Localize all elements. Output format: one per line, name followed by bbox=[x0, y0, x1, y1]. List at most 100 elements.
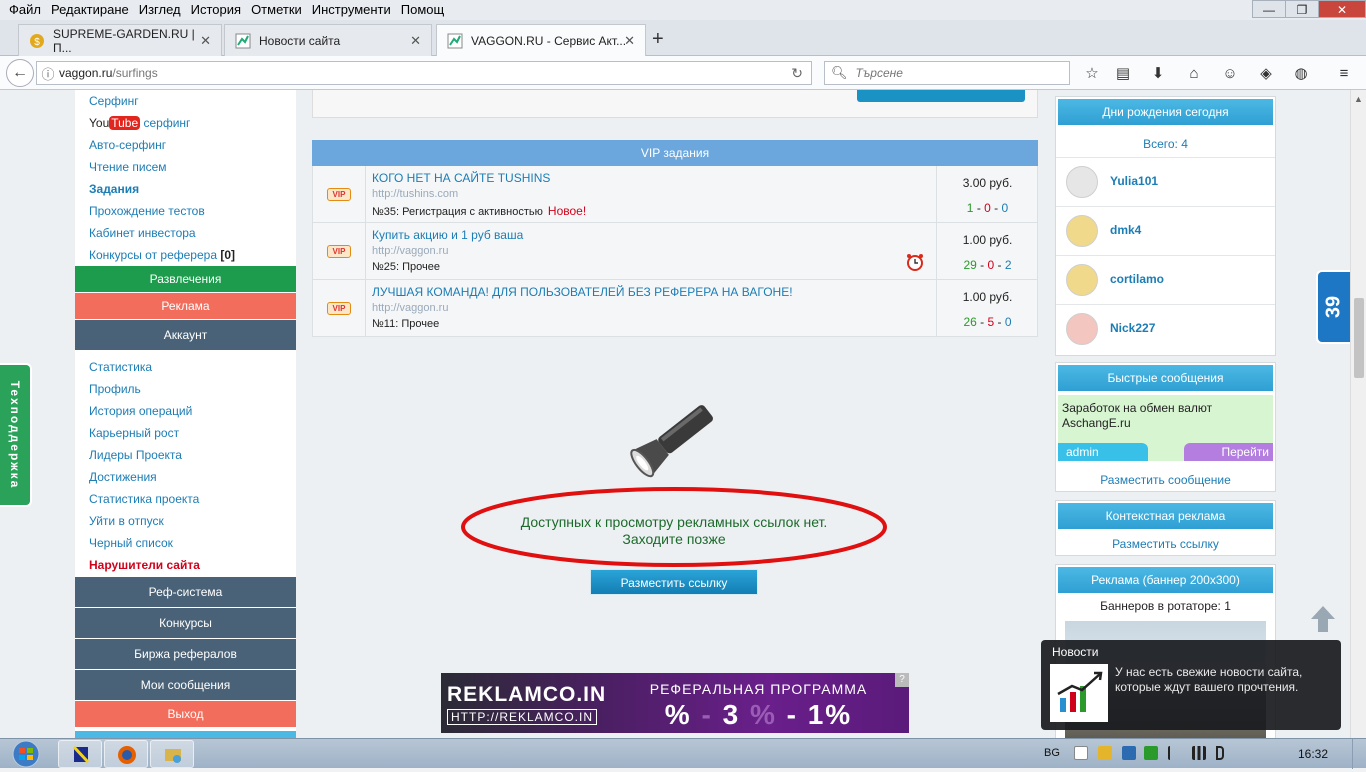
link-read-mail[interactable]: Чтение писем bbox=[89, 160, 167, 174]
url-bar[interactable]: ⓘ vaggon.ru/surfings ↻ bbox=[36, 61, 812, 85]
news-notification[interactable]: Новости У нас есть свежие новости сайта,… bbox=[1041, 640, 1341, 730]
home-icon[interactable]: ⌂ bbox=[1184, 64, 1204, 84]
link-tests[interactable]: Прохождение тестов bbox=[89, 204, 205, 218]
page-scrollbar[interactable]: ▲ bbox=[1350, 90, 1366, 738]
support-tab[interactable]: Техподдержка bbox=[0, 363, 32, 507]
vip-task-title[interactable]: ЛУЧШАЯ КОМАНДА! ДЛЯ ПОЛЬЗОВАТЕЛЕЙ БЕЗ РЕ… bbox=[372, 285, 793, 299]
scroll-up-icon[interactable]: ▲ bbox=[1354, 94, 1363, 104]
maximize-button[interactable]: ❐ bbox=[1285, 0, 1319, 18]
user-nick[interactable]: dmk4 bbox=[1110, 223, 1141, 237]
go-button[interactable]: Перейти bbox=[1184, 443, 1273, 461]
place-link-button[interactable]: Разместить ссылку bbox=[590, 569, 758, 595]
menu-file[interactable]: Файл bbox=[4, 0, 46, 20]
search-input[interactable] bbox=[853, 65, 1054, 81]
menu-bookmarks[interactable]: Отметки bbox=[246, 0, 307, 20]
close-window-button[interactable]: ✕ bbox=[1318, 0, 1366, 18]
vip-task-title[interactable]: КОГО НЕТ НА САЙТЕ TUSHINS bbox=[372, 171, 550, 185]
menu-view[interactable]: Изглед bbox=[134, 0, 186, 20]
link-surfing[interactable]: Серфинг bbox=[89, 94, 139, 108]
post-message-link[interactable]: Разместить сообщение bbox=[1056, 473, 1275, 487]
menu-edit[interactable]: Редактиране bbox=[46, 0, 134, 20]
link-leaders[interactable]: Лидеры Проекта bbox=[89, 448, 182, 462]
volume-icon[interactable] bbox=[1216, 746, 1224, 760]
tray-app-icon[interactable] bbox=[1074, 746, 1088, 760]
hamburger-menu-icon[interactable]: ≡ bbox=[1334, 64, 1354, 84]
link-referrer-contests[interactable]: Конкурсы от реферера [0] bbox=[89, 248, 235, 262]
link-operations-history[interactable]: История операций bbox=[89, 404, 192, 418]
section-logout[interactable]: Выход bbox=[75, 701, 296, 727]
reklamco-banner[interactable]: REKLAMCO.IN HTTP://REKLAMCO.IN РЕФЕРАЛЬН… bbox=[441, 673, 909, 733]
close-tab-icon[interactable]: ✕ bbox=[624, 33, 635, 49]
menu-tools[interactable]: Инструменти bbox=[307, 0, 396, 20]
minimize-button[interactable]: — bbox=[1252, 0, 1286, 18]
taskbar-app-flag[interactable] bbox=[58, 740, 102, 768]
birthday-user[interactable]: Nick227 bbox=[1056, 304, 1275, 352]
section-contests[interactable]: Конкурсы bbox=[75, 608, 296, 638]
vip-row[interactable]: VIP КОГО НЕТ НА САЙТЕ TUSHINS http://tus… bbox=[312, 166, 1038, 223]
section-my-messages[interactable]: Мои сообщения bbox=[75, 670, 296, 700]
link-statistics[interactable]: Статистика bbox=[89, 360, 152, 374]
section-entertainment[interactable]: Развлечения bbox=[75, 266, 296, 292]
link-project-stats[interactable]: Статистика проекта bbox=[89, 492, 199, 506]
reading-list-icon[interactable]: ▤ bbox=[1113, 64, 1133, 84]
tray-flag-icon[interactable] bbox=[1168, 746, 1182, 760]
link-tasks[interactable]: Задания bbox=[89, 182, 139, 196]
taskbar-app-explorer[interactable] bbox=[150, 740, 194, 768]
close-tab-icon[interactable]: ✕ bbox=[200, 33, 211, 49]
chat-icon[interactable]: ☺ bbox=[1220, 64, 1240, 84]
online-counter[interactable]: 39 bbox=[1316, 270, 1350, 344]
back-button[interactable]: ← bbox=[6, 59, 34, 87]
taskbar-app-firefox[interactable] bbox=[104, 740, 148, 768]
menu-history[interactable]: История bbox=[186, 0, 246, 20]
search-box[interactable]: 🔍︎ bbox=[824, 61, 1070, 85]
link-profile[interactable]: Профиль bbox=[89, 382, 141, 396]
user-nick[interactable]: Nick227 bbox=[1110, 321, 1155, 335]
reload-icon[interactable]: ↻ bbox=[791, 65, 803, 82]
vip-row[interactable]: VIP Купить акцию и 1 руб ваша http://vag… bbox=[312, 223, 1038, 280]
menu-help[interactable]: Помощ bbox=[396, 0, 449, 20]
vip-row[interactable]: VIP ЛУЧШАЯ КОМАНДА! ДЛЯ ПОЛЬЗОВАТЕЛЕЙ БЕ… bbox=[312, 280, 1038, 337]
link-career[interactable]: Карьерный рост bbox=[89, 426, 179, 440]
language-indicator[interactable]: BG bbox=[1044, 747, 1060, 759]
user-nick[interactable]: Yulia101 bbox=[1110, 174, 1158, 188]
birthday-user[interactable]: Yulia101 bbox=[1056, 157, 1275, 205]
windows-start-icon[interactable] bbox=[6, 739, 46, 769]
link-achievements[interactable]: Достижения bbox=[89, 470, 157, 484]
scroll-up-arrow-icon[interactable] bbox=[1310, 605, 1336, 633]
link-auto-surfing[interactable]: Авто-серфинг bbox=[89, 138, 166, 152]
tab-site-news[interactable]: Новости сайта ✕ bbox=[224, 24, 432, 56]
tray-app-icon[interactable] bbox=[1122, 746, 1136, 760]
globe-icon[interactable]: ◍ bbox=[1291, 64, 1311, 84]
section-ref-system[interactable]: Реф-система bbox=[75, 577, 296, 607]
tab-vaggon[interactable]: VAGGON.RU - Сервис Акт... ✕ bbox=[436, 24, 646, 57]
link-investor[interactable]: Кабинет инвестора bbox=[89, 226, 196, 240]
banner-info-icon[interactable]: ? bbox=[895, 673, 909, 687]
user-nick[interactable]: cortilamo bbox=[1110, 272, 1164, 286]
pocket-icon[interactable]: ◈ bbox=[1256, 64, 1276, 84]
context-ads-link[interactable]: Разместить ссылку bbox=[1056, 537, 1275, 551]
scrollbar-thumb[interactable] bbox=[1354, 298, 1364, 378]
banner-ads-header: Реклама (баннер 200x300) bbox=[1058, 567, 1273, 593]
show-desktop-button[interactable] bbox=[1352, 739, 1366, 769]
clock[interactable]: 16:32 bbox=[1298, 747, 1328, 761]
link-violators[interactable]: Нарушители сайта bbox=[89, 558, 200, 572]
bookmark-star-icon[interactable]: ☆ bbox=[1082, 64, 1102, 84]
close-tab-icon[interactable]: ✕ bbox=[410, 33, 421, 49]
link-youtube-surfing[interactable]: You Tube серфинг bbox=[89, 116, 190, 130]
info-icon[interactable]: ⓘ bbox=[37, 64, 59, 83]
link-blacklist[interactable]: Черный список bbox=[89, 536, 173, 550]
tray-app-icon[interactable] bbox=[1098, 746, 1112, 760]
section-referral-exchange[interactable]: Биржа рефералов bbox=[75, 639, 296, 669]
downloads-icon[interactable]: ⬇ bbox=[1148, 64, 1168, 84]
network-icon[interactable] bbox=[1192, 746, 1206, 760]
section-account[interactable]: Аккаунт bbox=[75, 320, 296, 350]
new-tab-button[interactable]: + bbox=[652, 28, 664, 51]
tray-check-icon[interactable] bbox=[1144, 746, 1158, 760]
tab-supreme-garden[interactable]: $ SUPREME-GARDEN.RU | П... ✕ bbox=[18, 24, 222, 56]
section-advertising[interactable]: Реклама bbox=[75, 293, 296, 319]
birthday-user[interactable]: cortilamo bbox=[1056, 255, 1275, 303]
birthday-user[interactable]: dmk4 bbox=[1056, 206, 1275, 254]
link-vacation[interactable]: Уйти в отпуск bbox=[89, 514, 164, 528]
partial-button[interactable] bbox=[857, 90, 1025, 102]
vip-task-title[interactable]: Купить акцию и 1 руб ваша bbox=[372, 228, 523, 242]
